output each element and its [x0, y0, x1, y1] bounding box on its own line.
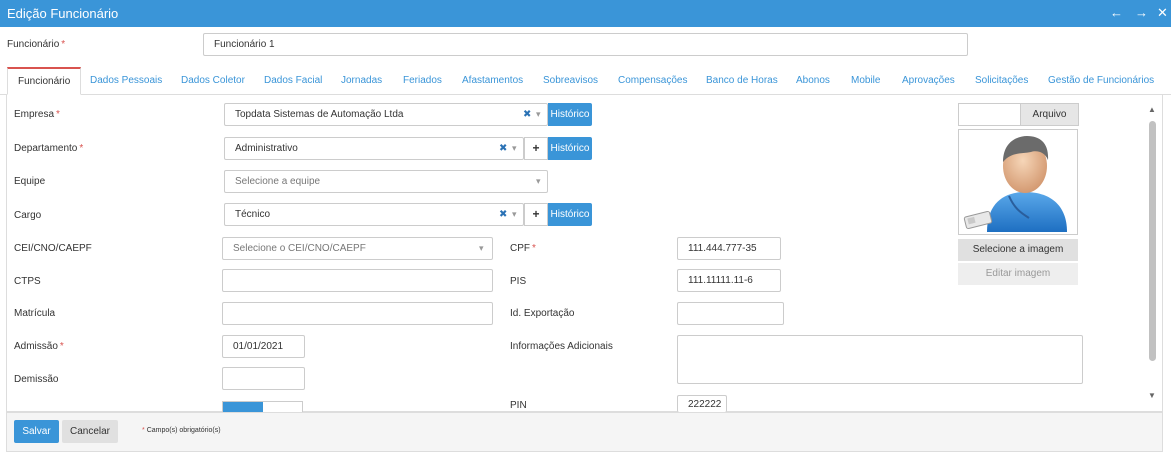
chevron-down-icon: ▾	[536, 176, 541, 186]
ctps-label: CTPS	[14, 276, 41, 287]
cargo-historico-button[interactable]: Histórico	[548, 203, 592, 226]
arrow-right-icon[interactable]: →	[1135, 5, 1148, 20]
demissao-label: Demissão	[14, 374, 59, 385]
cancel-button[interactable]: Cancelar	[62, 420, 118, 443]
user-avatar-icon	[963, 136, 1067, 232]
admissao-label: Admissão *	[14, 341, 64, 352]
departamento-label: Departamento *	[14, 143, 84, 154]
pin-label: PIN	[510, 400, 527, 411]
empresa-historico-button[interactable]: Histórico	[548, 103, 592, 126]
tab-mobile[interactable]: Mobile	[851, 67, 880, 95]
toggle-switch-on	[223, 402, 263, 412]
scroll-down-icon[interactable]: ▼	[1148, 391, 1156, 400]
file-name-input[interactable]	[958, 103, 1020, 126]
window-title: Edição Funcionário	[7, 6, 119, 21]
chevron-down-icon: ▾	[536, 109, 541, 119]
chevron-down-icon: ▾	[479, 243, 484, 253]
tab-jornadas[interactable]: Jornadas	[341, 67, 382, 95]
tab-funcionario[interactable]: Funcionário	[7, 67, 82, 95]
tab-dados-pessoais[interactable]: Dados Pessoais	[90, 67, 162, 95]
demissao-input[interactable]	[222, 367, 305, 390]
tab-dados-coletor[interactable]: Dados Coletor	[181, 67, 245, 95]
departamento-add-button[interactable]: +	[524, 137, 548, 160]
tab-dados-facial[interactable]: Dados Facial	[264, 67, 322, 95]
pin-input[interactable]: 222222	[677, 395, 727, 412]
title-bar: Edição Funcionário ← → ✕	[0, 0, 1171, 27]
funcionario-label: Funcionário *	[7, 39, 66, 50]
tab-banco-de-horas[interactable]: Banco de Horas	[706, 67, 778, 95]
avatar	[958, 129, 1078, 235]
select-image-button[interactable]: Selecione a imagem	[958, 239, 1078, 261]
admissao-input[interactable]: 01/01/2021	[222, 335, 305, 358]
close-icon[interactable]: ✕	[1157, 5, 1168, 21]
cargo-select[interactable]: Técnico ✖ ▾	[224, 203, 524, 226]
scrollbar[interactable]: ▲ ▼	[1147, 103, 1159, 403]
chevron-down-icon: ▾	[512, 209, 517, 219]
info-adicionais-label: Informações Adicionais	[510, 341, 613, 352]
id-exportacao-input[interactable]	[677, 302, 784, 325]
clear-icon[interactable]: ✖	[499, 204, 507, 225]
tab-solicitacoes[interactable]: Solicitações	[975, 67, 1028, 95]
arrow-left-icon[interactable]: ←	[1110, 5, 1123, 20]
pis-label: PIS	[510, 276, 527, 287]
cpf-input[interactable]: 111.444.777-35	[677, 237, 781, 260]
departamento-historico-button[interactable]: Histórico	[548, 137, 592, 160]
cargo-label: Cargo	[14, 210, 42, 221]
scrollbar-thumb[interactable]	[1149, 121, 1156, 361]
pis-input[interactable]: 111.11111.11-6	[677, 269, 781, 292]
info-adicionais-textarea[interactable]	[677, 335, 1083, 384]
tab-afastamentos[interactable]: Afastamentos	[462, 67, 523, 95]
tab-aprovacoes[interactable]: Aprovações	[902, 67, 955, 95]
tab-compensacoes[interactable]: Compensações	[618, 67, 687, 95]
toggle-switch[interactable]	[222, 401, 303, 412]
chevron-down-icon: ▾	[512, 143, 517, 153]
edit-image-button[interactable]: Editar imagem	[958, 263, 1078, 285]
clear-icon[interactable]: ✖	[499, 138, 507, 159]
tab-abonos[interactable]: Abonos	[796, 67, 830, 95]
tab-sobreavisos[interactable]: Sobreavisos	[543, 67, 598, 95]
save-button[interactable]: Salvar	[14, 420, 59, 443]
cargo-add-button[interactable]: +	[524, 203, 548, 226]
cei-label: CEI/CNO/CAEPF	[14, 243, 92, 254]
arquivo-button[interactable]: Arquivo	[1020, 103, 1079, 126]
cpf-label: CPF *	[510, 243, 536, 254]
empresa-label: Empresa *	[14, 109, 60, 120]
equipe-select[interactable]: Selecione a equipe ▾	[224, 170, 548, 193]
clear-icon[interactable]: ✖	[523, 104, 531, 125]
tab-gestao-de-funcionarios[interactable]: Gestão de Funcionários	[1048, 67, 1154, 95]
funcionario-input[interactable]: Funcionário 1	[203, 33, 968, 56]
empresa-select[interactable]: Topdata Sistemas de Automação Ltda ✖ ▾	[224, 103, 548, 126]
ctps-input[interactable]	[222, 269, 493, 292]
matricula-label: Matrícula	[14, 308, 56, 319]
tab-feriados[interactable]: Feriados	[403, 67, 442, 95]
scroll-up-icon[interactable]: ▲	[1148, 105, 1156, 114]
matricula-input[interactable]	[222, 302, 493, 325]
id-exportacao-label: Id. Exportação	[510, 308, 575, 319]
equipe-label: Equipe	[14, 176, 46, 187]
departamento-select[interactable]: Administrativo ✖ ▾	[224, 137, 524, 160]
tab-bar: Funcionário Dados Pessoais Dados Coletor…	[0, 67, 1171, 95]
required-note: * Campo(s) obrigatório(s)	[142, 427, 221, 434]
cei-select[interactable]: Selecione o CEI/CNO/CAEPF ▾	[222, 237, 493, 260]
